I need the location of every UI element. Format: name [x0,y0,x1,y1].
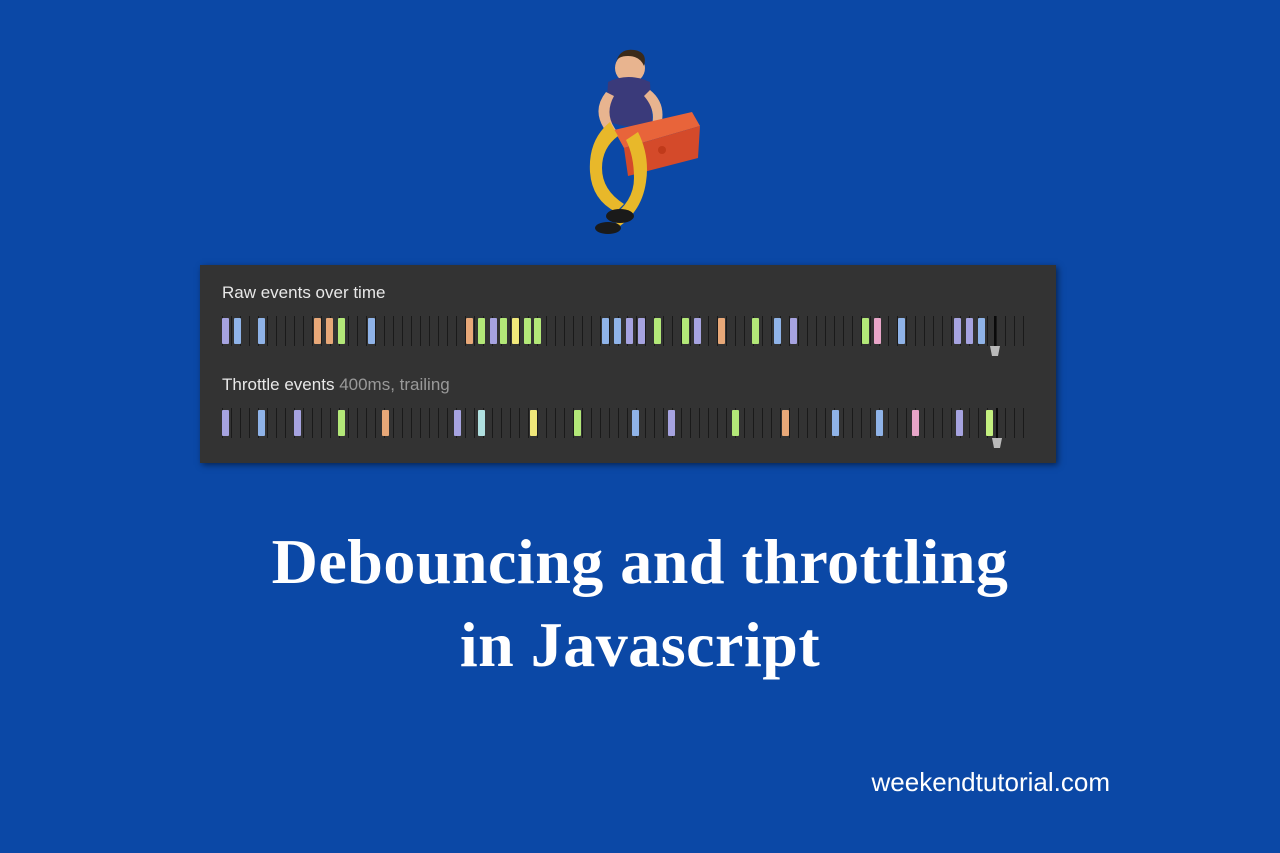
event-bar [338,410,345,436]
event-bar [668,410,675,436]
page-title: Debouncing and throttling in Javascript [0,520,1280,686]
event-bar [954,318,961,344]
event-bar [314,318,321,344]
event-bar [222,318,229,344]
event-bar [966,318,973,344]
event-bar [874,318,881,344]
events-panel: Raw events over time Throttle events 400… [200,265,1056,463]
raw-events-label: Raw events over time [222,283,1034,303]
event-bar [752,318,759,344]
event-bar [258,410,265,436]
event-bar [782,410,789,436]
event-bar [368,318,375,344]
throttle-events-label: Throttle events 400ms, trailing [222,375,1034,395]
event-bar [876,410,883,436]
event-bar [694,318,701,344]
event-bar [294,410,301,436]
event-bar [898,318,905,344]
event-bar [912,410,919,436]
event-bar [614,318,621,344]
event-bar [638,318,645,344]
raw-events-label-text: Raw events over time [222,283,385,302]
raw-events-timeline [222,313,1034,349]
event-bar [534,318,541,344]
event-bar [258,318,265,344]
event-bar [732,410,739,436]
event-bar [478,318,485,344]
event-bar [454,410,461,436]
event-bar [654,318,661,344]
throttle-events-label-text: Throttle events [222,375,334,394]
event-bar [222,410,229,436]
throttle-events-sublabel: 400ms, trailing [339,375,450,394]
heading-line-1: Debouncing and throttling [0,520,1280,603]
event-bar [574,410,581,436]
event-bar [466,318,473,344]
event-bar [478,410,485,436]
event-bar [382,410,389,436]
playhead-marker [992,408,998,442]
event-bar [234,318,241,344]
throttle-events-timeline [222,405,1034,441]
heading-line-2: in Javascript [0,603,1280,686]
event-bar [956,410,963,436]
footer-credit: weekendtutorial.com [872,767,1110,798]
event-bar [626,318,633,344]
event-bar [326,318,333,344]
event-bar [632,410,639,436]
event-bar [790,318,797,344]
event-bar [718,318,725,344]
event-bar [338,318,345,344]
event-bar [978,318,985,344]
event-bar [524,318,531,344]
event-bar [862,318,869,344]
event-bar [682,318,689,344]
event-bar [530,410,537,436]
event-bar [500,318,507,344]
event-bar [512,318,519,344]
playhead-marker [990,316,996,350]
hero-illustration [550,40,730,240]
event-bar [832,410,839,436]
event-bar [602,318,609,344]
event-bar [490,318,497,344]
event-bar [774,318,781,344]
